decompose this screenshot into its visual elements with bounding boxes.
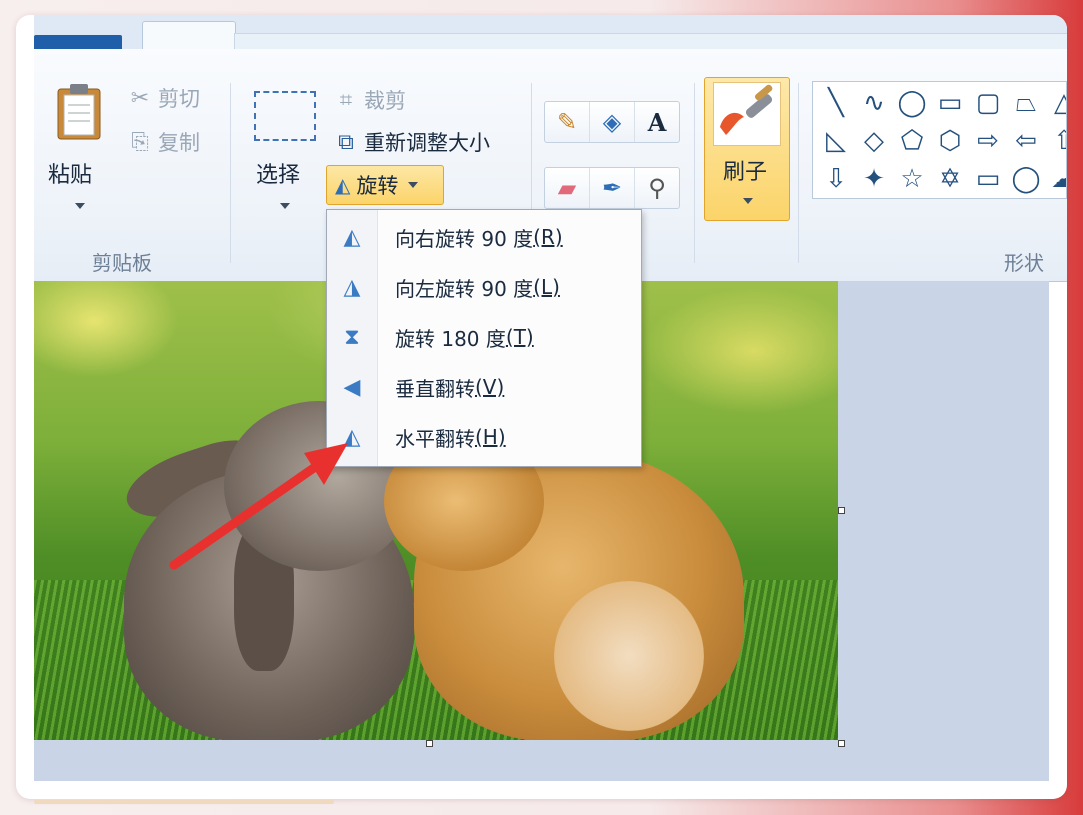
rotate-dropdown-chevron-icon <box>408 182 419 188</box>
shape-option-icon[interactable]: ◇ <box>855 122 893 160</box>
shape-option-icon[interactable]: △ <box>1045 84 1066 122</box>
shape-option-icon[interactable]: ⬠ <box>893 122 931 160</box>
paste-dropdown-chevron-icon[interactable] <box>75 203 85 209</box>
ribbon-tab-strip <box>34 15 1067 52</box>
shape-option-icon[interactable]: ▭ <box>931 84 969 122</box>
rotate-180-item[interactable]: ⧗ 旋转 180 度 (T) <box>327 312 639 362</box>
menu-item-label: 水平翻转 <box>395 426 475 451</box>
resize-handle-right[interactable] <box>838 507 845 514</box>
paint-brush-icon <box>713 82 781 146</box>
copy-button[interactable]: ⎘ 复制 <box>128 127 200 157</box>
tools-row-2: ▰ ✒ ⚲ <box>544 167 680 209</box>
resize-handle-bottom[interactable] <box>426 740 433 747</box>
shape-option-icon[interactable]: ⇦ <box>1007 122 1045 160</box>
fill-bucket-icon[interactable]: ◈ <box>590 102 635 142</box>
shapes-gallery[interactable]: ╲∿◯▭▢⏢△◺◇⬠⬡⇨⇦⇧⇩✦☆✡▭◯☁ <box>812 81 1067 199</box>
pencil-icon[interactable]: ✎ <box>545 102 590 142</box>
magnifier-icon[interactable]: ⚲ <box>635 168 679 208</box>
eraser-icon[interactable]: ▰ <box>545 168 590 208</box>
paint-window: 粘贴 ✂ 剪切 ⎘ 复制 剪贴板 选择 ⌗ 裁剪 ⧉ 重新调整大小 ◭ 旋转 ✎… <box>16 15 1067 799</box>
flip-horizontal-item[interactable]: ◭ 水平翻转 (H) <box>327 412 639 462</box>
group-divider <box>694 83 695 263</box>
menu-item-accelerator: (R) <box>533 225 563 249</box>
resize-icon: ⧉ <box>338 129 354 155</box>
shape-option-icon[interactable]: ✦ <box>855 160 893 198</box>
rotate-left-90-item[interactable]: ◮ 向左旋转 90 度 (L) <box>327 262 639 312</box>
tools-row-1: ✎ ◈ A <box>544 101 680 143</box>
copy-label: 复制 <box>158 131 200 155</box>
home-tab[interactable] <box>142 21 236 52</box>
brush-label: 刷子 <box>723 160 768 185</box>
resize-button[interactable]: ⧉ 重新调整大小 <box>334 127 490 157</box>
shape-option-icon[interactable]: ⏢ <box>1007 84 1045 122</box>
brush-button[interactable]: 刷子 <box>704 77 790 221</box>
brown-rabbit-belly <box>554 581 704 731</box>
brush-dropdown-chevron-icon <box>743 198 753 204</box>
shape-option-icon[interactable]: ☆ <box>893 160 931 198</box>
rotate-right-icon: ◭ <box>343 224 361 250</box>
copy-icon: ⎘ <box>131 129 149 155</box>
flip-horizontal-icon: ◭ <box>343 424 361 450</box>
paste-button[interactable]: 粘贴 <box>48 157 92 189</box>
shape-option-icon[interactable]: ∿ <box>855 84 893 122</box>
rotate-icon: ◭ <box>335 173 351 197</box>
menu-item-accelerator: (H) <box>475 425 506 449</box>
crop-label: 裁剪 <box>364 89 406 113</box>
menu-item-label: 向左旋转 90 度 <box>395 276 534 301</box>
group-divider <box>230 83 231 263</box>
crop-button[interactable]: ⌗ 裁剪 <box>334 85 406 115</box>
menu-item-accelerator: (L) <box>533 275 560 299</box>
menu-item-accelerator: (V) <box>475 375 505 399</box>
color-picker-icon[interactable]: ✒ <box>590 168 635 208</box>
shape-option-icon[interactable]: ⇧ <box>1045 122 1066 160</box>
text-tool-icon[interactable]: A <box>635 102 679 142</box>
file-tab[interactable] <box>34 35 122 49</box>
flip-vertical-icon: ◀ <box>343 374 361 400</box>
shape-option-icon[interactable]: ⇩ <box>817 160 855 198</box>
cut-button[interactable]: ✂ 剪切 <box>128 83 200 113</box>
clipboard-group-label: 剪贴板 <box>92 251 152 275</box>
shape-option-icon[interactable]: ⬡ <box>931 122 969 160</box>
select-icon[interactable] <box>254 91 316 141</box>
bottom-accent-bar <box>34 800 334 804</box>
shape-option-icon[interactable]: ◯ <box>893 84 931 122</box>
rotate-180-icon: ⧗ <box>344 324 360 350</box>
select-dropdown-chevron-icon[interactable] <box>280 203 290 209</box>
menu-item-label: 旋转 180 度 <box>395 326 506 351</box>
shape-option-icon[interactable]: ✡ <box>931 160 969 198</box>
rotate-right-90-item[interactable]: ◭ 向右旋转 90 度 (R) <box>327 212 639 262</box>
shape-option-icon[interactable]: ╲ <box>817 84 855 122</box>
select-button[interactable]: 选择 <box>256 157 300 189</box>
crop-icon: ⌗ <box>339 87 353 113</box>
rotate-menu: ◭ 向右旋转 90 度 (R) ◮ 向左旋转 90 度 (L) ⧗ 旋转 180 度… <box>326 209 642 467</box>
menu-item-label: 向右旋转 90 度 <box>395 226 534 251</box>
clipboard-paste-icon[interactable] <box>54 81 104 141</box>
flip-vertical-item[interactable]: ◀ 垂直翻转 (V) <box>327 362 639 412</box>
shape-option-icon[interactable]: ☁ <box>1045 160 1066 198</box>
rotate-label: 旋转 <box>356 174 399 198</box>
rotate-button[interactable]: ◭ 旋转 <box>326 165 444 205</box>
cut-label: 剪切 <box>158 87 200 111</box>
shape-option-icon[interactable]: ▭ <box>969 160 1007 198</box>
shape-option-icon[interactable]: ▢ <box>969 84 1007 122</box>
scissors-icon: ✂ <box>130 85 150 111</box>
shapes-group-label: 形状 <box>1004 251 1044 275</box>
shape-option-icon[interactable]: ◯ <box>1007 160 1045 198</box>
view-tab[interactable] <box>234 33 1067 50</box>
menu-item-label: 垂直翻转 <box>395 376 475 401</box>
rotate-left-icon: ◮ <box>343 274 361 300</box>
resize-handle-corner[interactable] <box>838 740 845 747</box>
shape-option-icon[interactable]: ⇨ <box>969 122 1007 160</box>
resize-label: 重新调整大小 <box>364 131 490 155</box>
menu-item-accelerator: (T) <box>505 325 534 349</box>
shape-option-icon[interactable]: ◺ <box>817 122 855 160</box>
group-divider <box>798 83 799 263</box>
